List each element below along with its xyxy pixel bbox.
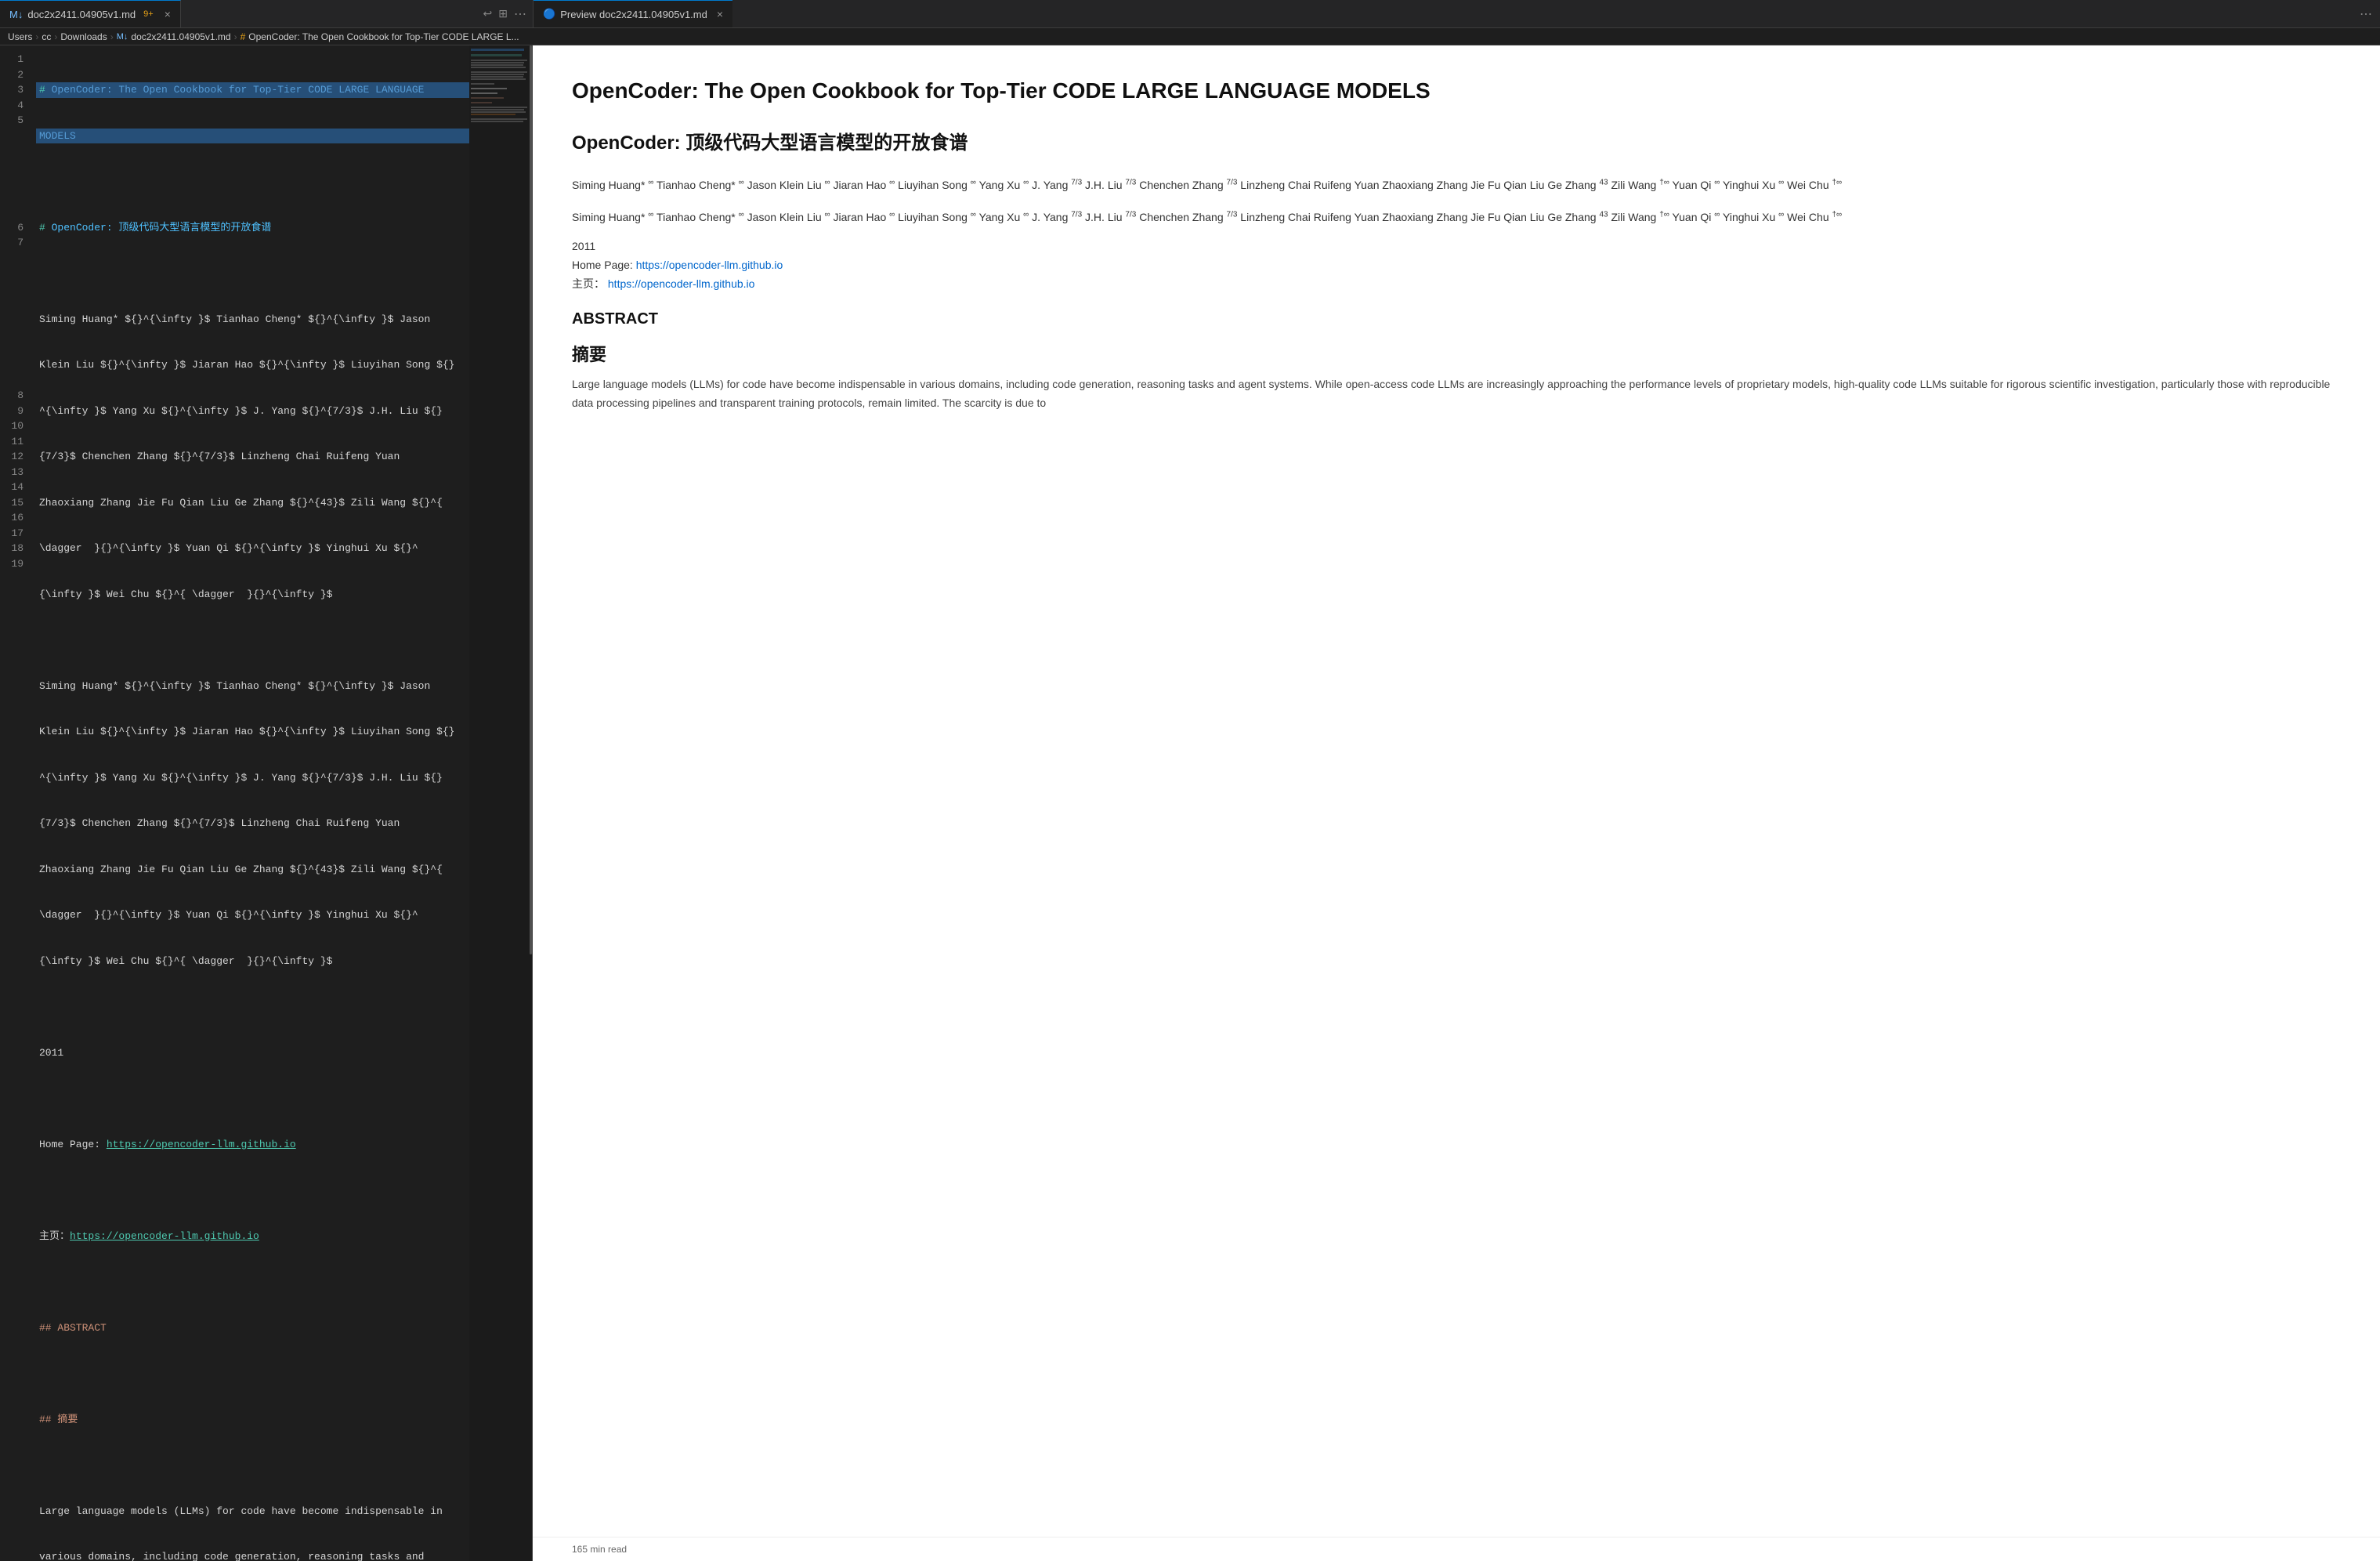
preview-abstract-body: Large language models (LLMs) for code ha…: [572, 375, 2341, 413]
preview-title-cn: OpenCoder: 顶级代码大型语言模型的开放食谱: [572, 130, 2341, 157]
code-line-5e: Zhaoxiang Zhang Jie Fu Qian Liu Ge Zhang…: [39, 495, 469, 511]
code-line-16: [39, 1366, 469, 1382]
preview-year: 2011: [572, 240, 2341, 252]
code-line-5b: Klein Liu ${}^{\infty }$ Jiaran Hao ${}^…: [39, 357, 469, 373]
code-line-5c: ^{\infty }$ Yang Xu ${}^{\infty }$ J. Ya…: [39, 404, 469, 419]
preview-content[interactable]: OpenCoder: The Open Cookbook for Top-Tie…: [533, 45, 2380, 1537]
code-line-2: [39, 174, 469, 190]
code-line-14: [39, 1274, 469, 1290]
preview-homepage: Home Page: https://opencoder-llm.github.…: [572, 259, 2341, 271]
code-line-6: [39, 632, 469, 648]
code-line-7f: \dagger }{}^{\infty }$ Yuan Qi ${}^{\inf…: [39, 907, 469, 923]
preview-homepage-cn-link[interactable]: https://opencoder-llm.github.io: [608, 277, 755, 290]
preview-authors-2: Siming Huang* ∞ Tianhao Cheng* ∞ Jason K…: [572, 208, 2341, 227]
preview-footer: 165 min read: [533, 1537, 2380, 1561]
read-time: 165 min read: [572, 1544, 627, 1555]
code-line-7d: {7/3}$ Chenchen Zhang ${}^{7/3}$ Linzhen…: [39, 816, 469, 831]
preview-abstract-heading-en: ABSTRACT: [572, 310, 2341, 328]
preview-icon: 🔵: [543, 8, 555, 20]
code-line-19b: various domains, including code generati…: [39, 1549, 469, 1561]
code-line-12: [39, 1183, 469, 1198]
editor-tab-close[interactable]: ×: [165, 8, 171, 20]
breadcrumb-downloads: Downloads: [60, 31, 107, 42]
code-line-1b: MODELS: [36, 129, 469, 144]
md-file-icon: M↓: [9, 9, 23, 20]
breadcrumb-section: OpenCoder: The Open Cookbook for Top-Tie…: [248, 31, 519, 42]
undo-icon[interactable]: ↩: [483, 7, 493, 20]
editor-tab-label: doc2x2411.04905v1.md: [27, 9, 136, 20]
editor-pane: 1 2 3 4 5 6 7: [0, 45, 533, 1561]
code-line-1: # OpenCoder: The Open Cookbook for Top-T…: [36, 82, 469, 98]
preview-tab-label: Preview doc2x2411.04905v1.md: [560, 9, 707, 20]
breadcrumb-sep-2: ›: [54, 31, 57, 42]
code-line-18: [39, 1458, 469, 1473]
preview-tab[interactable]: 🔵 Preview doc2x2411.04905v1.md ×: [534, 0, 732, 27]
code-line-17: ## 摘要: [39, 1412, 469, 1428]
split-editor-icon[interactable]: ⊞: [498, 7, 508, 20]
line-numbers: 1 2 3 4 5 6 7: [0, 45, 31, 1561]
minimap: [469, 45, 532, 1561]
code-line-3: # OpenCoder: 顶级代码大型语言模型的开放食谱: [39, 220, 469, 236]
code-line-5g: {\infty }$ Wei Chu ${}^{ \dagger }{}^{\i…: [39, 587, 469, 603]
preview-pane: OpenCoder: The Open Cookbook for Top-Tie…: [533, 45, 2380, 1561]
code-line-5: Siming Huang* ${}^{\infty }$ Tianhao Che…: [39, 312, 469, 328]
code-line-5d: {7/3}$ Chenchen Zhang ${}^{7/3}$ Linzhen…: [39, 449, 469, 465]
code-line-10: [39, 1091, 469, 1106]
code-line-7g: {\infty }$ Wei Chu ${}^{ \dagger }{}^{\i…: [39, 954, 469, 969]
breadcrumb-users: Users: [8, 31, 32, 42]
preview-tab-close[interactable]: ×: [717, 8, 723, 20]
code-line-13: 主页：https://opencoder-llm.github.io: [39, 1229, 469, 1244]
breadcrumb-sep-1: ›: [35, 31, 38, 42]
code-line-15: ## ABSTRACT: [39, 1320, 469, 1336]
code-line-4: [39, 266, 469, 281]
more-actions-icon[interactable]: ⋯: [514, 6, 526, 22]
code-line-8: [39, 999, 469, 1015]
code-line-7e: Zhaoxiang Zhang Jie Fu Qian Liu Ge Zhang…: [39, 862, 469, 878]
code-line-7: Siming Huang* ${}^{\infty }$ Tianhao Che…: [39, 679, 469, 694]
breadcrumb-file-icon: M↓: [117, 32, 128, 42]
code-line-5f: \dagger }{}^{\infty }$ Yuan Qi ${}^{\inf…: [39, 541, 469, 556]
breadcrumb-filename: doc2x2411.04905v1.md: [131, 31, 230, 42]
preview-homepage-link[interactable]: https://opencoder-llm.github.io: [636, 259, 783, 271]
preview-title-en: OpenCoder: The Open Cookbook for Top-Tie…: [572, 77, 2341, 105]
preview-abstract-heading-cn: 摘要: [572, 341, 2341, 366]
code-line-11: Home Page: https://opencoder-llm.github.…: [39, 1137, 469, 1153]
code-line-7c: ^{\infty }$ Yang Xu ${}^{\infty }$ J. Ya…: [39, 770, 469, 786]
code-line-9: 2011: [39, 1045, 469, 1061]
editor-tab[interactable]: M↓ doc2x2411.04905v1.md 9+ ×: [0, 0, 181, 27]
breadcrumb: Users › cc › Downloads › M↓ doc2x2411.04…: [0, 28, 2380, 45]
editor-tab-modified: 9+: [143, 9, 154, 19]
preview-more-icon[interactable]: ⋯: [2360, 6, 2372, 22]
editor-code-area[interactable]: # OpenCoder: The Open Cookbook for Top-T…: [31, 45, 469, 1561]
preview-homepage-cn: 主页： https://opencoder-llm.github.io: [572, 276, 2341, 292]
preview-authors-1: Siming Huang* ∞ Tianhao Cheng* ∞ Jason K…: [572, 176, 2341, 195]
breadcrumb-hash-icon: #: [241, 31, 246, 42]
code-line-19: Large language models (LLMs) for code ha…: [39, 1504, 469, 1519]
breadcrumb-sep-3: ›: [110, 31, 114, 42]
code-line-7b: Klein Liu ${}^{\infty }$ Jiaran Hao ${}^…: [39, 724, 469, 740]
breadcrumb-cc: cc: [42, 31, 51, 42]
breadcrumb-sep-4: ›: [234, 31, 237, 42]
